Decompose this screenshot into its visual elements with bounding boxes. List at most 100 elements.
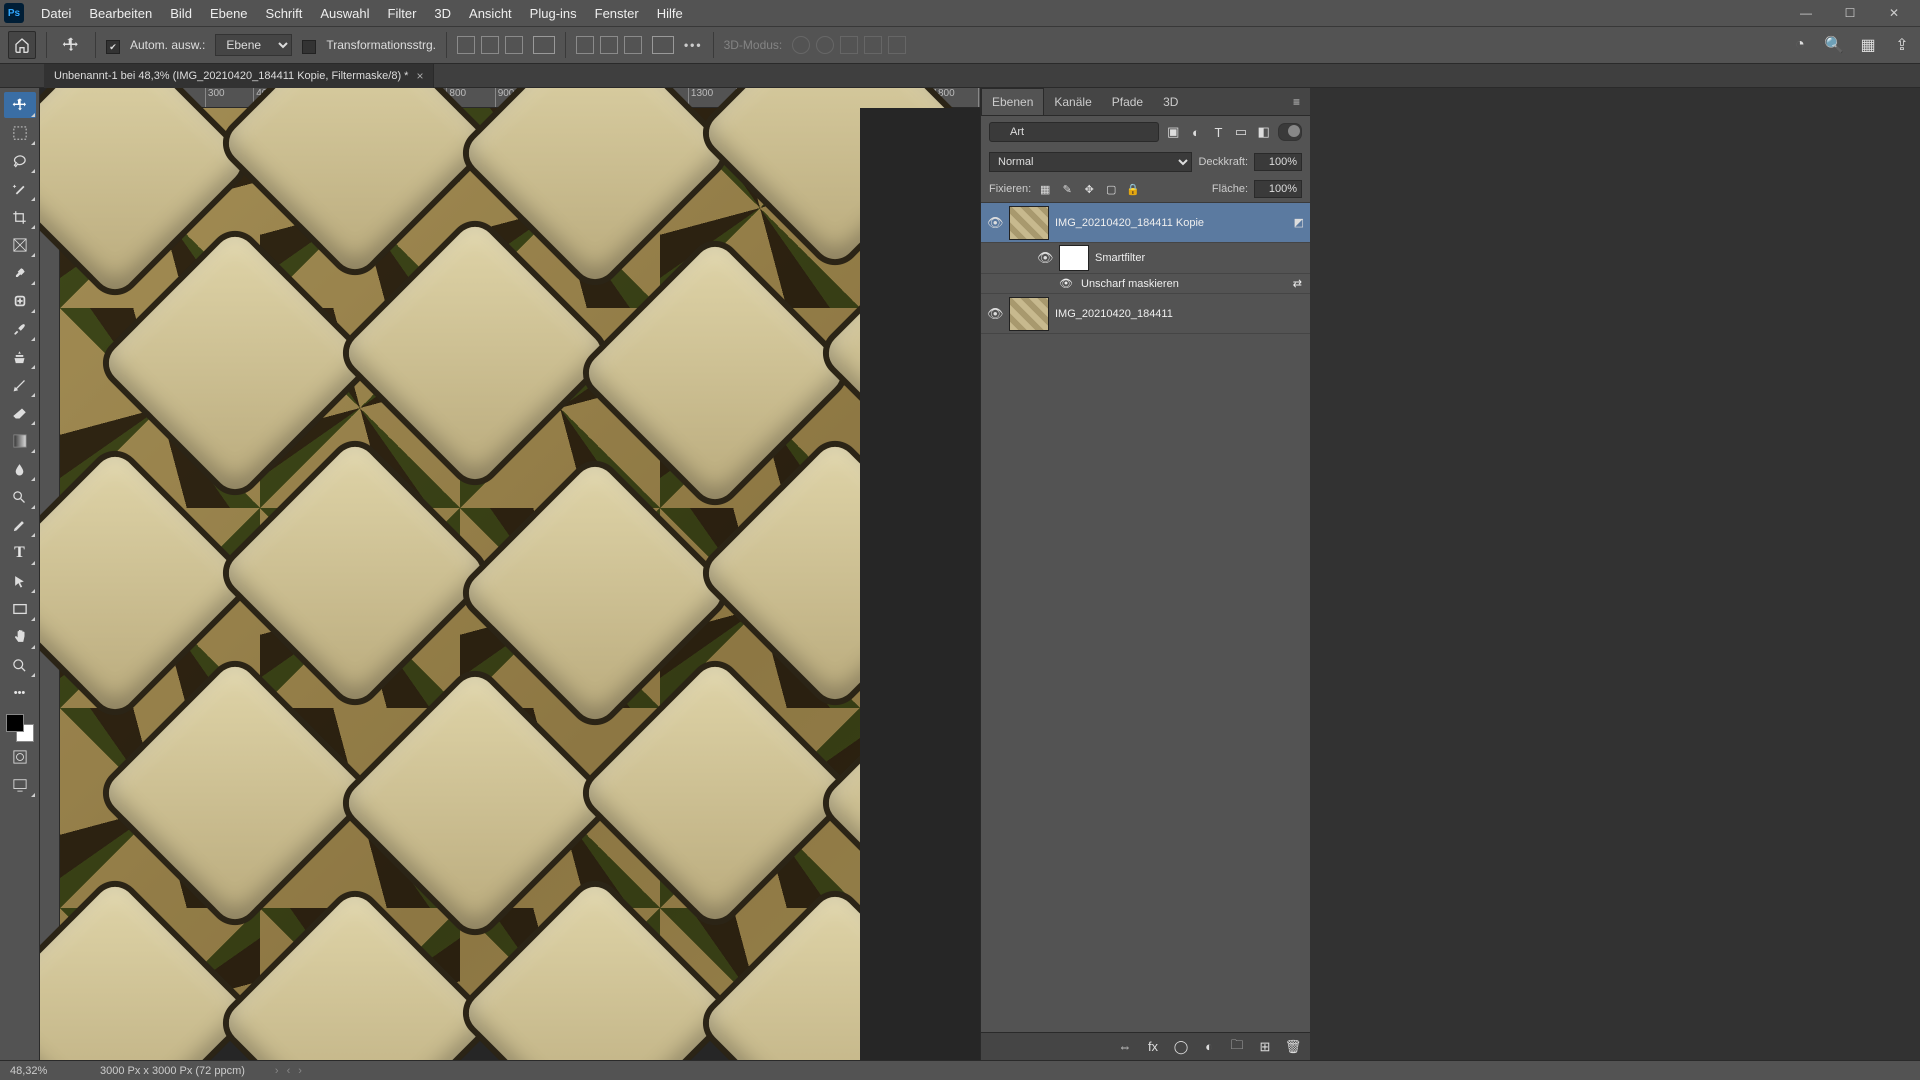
eyedropper-tool[interactable] bbox=[4, 260, 36, 286]
tab-3d[interactable]: 3D bbox=[1153, 89, 1188, 115]
status-next-icon[interactable]: › bbox=[298, 1065, 302, 1077]
fill-input[interactable] bbox=[1254, 180, 1302, 198]
align-center-v-icon[interactable] bbox=[600, 36, 618, 54]
blend-mode-select[interactable]: Normal bbox=[989, 152, 1192, 172]
opacity-input[interactable] bbox=[1254, 153, 1302, 171]
lock-artboard-icon[interactable]: ▢ bbox=[1103, 181, 1119, 197]
layer-name[interactable]: IMG_20210420_184411 Kopie bbox=[1055, 217, 1288, 229]
edit-toolbar-icon[interactable]: ••• bbox=[4, 680, 36, 706]
menu-fenster[interactable]: Fenster bbox=[586, 6, 648, 21]
transform-controls-checkbox[interactable] bbox=[302, 40, 316, 54]
eraser-tool[interactable] bbox=[4, 400, 36, 426]
layer-name[interactable]: IMG_20210420_184411 bbox=[1055, 308, 1304, 320]
screen-mode-toggle[interactable] bbox=[4, 772, 36, 798]
layer-row[interactable]: 👁 IMG_20210420_184411 Kopie ◩ bbox=[981, 203, 1310, 243]
delete-layer-icon[interactable]: 🗑 bbox=[1284, 1038, 1302, 1056]
lasso-tool[interactable] bbox=[4, 148, 36, 174]
document-tab-close-icon[interactable]: × bbox=[416, 69, 423, 83]
path-selection-tool[interactable] bbox=[4, 568, 36, 594]
document-dimensions[interactable]: 3000 Px x 3000 Px (72 ppcm) bbox=[100, 1065, 245, 1077]
new-layer-icon[interactable]: ⊞ bbox=[1256, 1038, 1274, 1056]
layer-thumbnail[interactable] bbox=[1009, 297, 1049, 331]
layer-name[interactable]: Smartfilter bbox=[1095, 252, 1304, 264]
tab-kanaele[interactable]: Kanäle bbox=[1044, 89, 1101, 115]
align-right-icon[interactable] bbox=[505, 36, 523, 54]
lock-all-icon[interactable]: 🔒 bbox=[1125, 181, 1141, 197]
lock-transparent-icon[interactable]: ▦ bbox=[1037, 181, 1053, 197]
gradient-tool[interactable] bbox=[4, 428, 36, 454]
auto-select-checkbox[interactable] bbox=[106, 40, 120, 54]
status-caret-icon[interactable]: › bbox=[275, 1065, 279, 1077]
document-tab[interactable]: Unbenannt-1 bei 48,3% (IMG_20210420_1844… bbox=[44, 64, 434, 88]
menu-ansicht[interactable]: Ansicht bbox=[460, 6, 521, 21]
document-image[interactable] bbox=[60, 108, 980, 1038]
link-layers-icon[interactable]: ⇔ bbox=[1116, 1038, 1134, 1056]
quick-mask-toggle[interactable] bbox=[4, 744, 36, 770]
layer-filter-input[interactable] bbox=[989, 122, 1159, 142]
hand-tool[interactable] bbox=[4, 624, 36, 650]
filter-shape-icon[interactable]: ▭ bbox=[1233, 123, 1250, 141]
window-maximize-button[interactable]: ☐ bbox=[1828, 0, 1872, 26]
auto-select-target-select[interactable]: Ebene bbox=[215, 34, 292, 56]
menu-3d[interactable]: 3D bbox=[425, 6, 460, 21]
move-tool[interactable] bbox=[4, 92, 36, 118]
menu-plugins[interactable]: Plug-ins bbox=[521, 6, 586, 21]
dodge-tool[interactable] bbox=[4, 484, 36, 510]
visibility-toggle-icon[interactable]: 👁 bbox=[987, 215, 1003, 231]
panel-menu-icon[interactable]: ≡ bbox=[1283, 89, 1310, 115]
blur-tool[interactable] bbox=[4, 456, 36, 482]
window-close-button[interactable]: ✕ bbox=[1872, 0, 1916, 26]
filter-adjust-icon[interactable]: ◐ bbox=[1188, 123, 1205, 141]
healing-brush-tool[interactable] bbox=[4, 288, 36, 314]
crop-tool[interactable] bbox=[4, 204, 36, 230]
workspace-switcher-icon[interactable]: ▦ bbox=[1858, 35, 1878, 55]
align-center-h-icon[interactable] bbox=[481, 36, 499, 54]
visibility-toggle-icon[interactable]: 👁 bbox=[1037, 250, 1053, 266]
align-bottom-icon[interactable] bbox=[624, 36, 642, 54]
menu-hilfe[interactable]: Hilfe bbox=[648, 6, 692, 21]
magic-wand-tool[interactable] bbox=[4, 176, 36, 202]
color-swatches[interactable] bbox=[6, 714, 34, 742]
move-tool-icon[interactable] bbox=[57, 31, 85, 59]
layer-row[interactable]: 👁 IMG_20210420_184411 bbox=[981, 294, 1310, 334]
distribute-v-icon[interactable] bbox=[652, 36, 674, 54]
filter-image-icon[interactable]: ▣ bbox=[1165, 123, 1182, 141]
brush-tool[interactable] bbox=[4, 316, 36, 342]
filter-blending-icon[interactable]: ⇄ bbox=[1293, 277, 1302, 290]
type-tool[interactable]: T bbox=[4, 540, 36, 566]
tab-ebenen[interactable]: Ebenen bbox=[981, 88, 1044, 115]
layer-style-icon[interactable]: fx bbox=[1144, 1038, 1162, 1056]
lock-pixels-icon[interactable]: ✎ bbox=[1059, 181, 1075, 197]
distribute-h-icon[interactable] bbox=[533, 36, 555, 54]
align-top-icon[interactable] bbox=[576, 36, 594, 54]
history-brush-tool[interactable] bbox=[4, 372, 36, 398]
rectangle-tool[interactable] bbox=[4, 596, 36, 622]
layer-mask-icon[interactable]: ◯ bbox=[1172, 1038, 1190, 1056]
filter-mask-thumbnail[interactable] bbox=[1059, 245, 1089, 271]
more-align-options-icon[interactable]: ••• bbox=[684, 38, 703, 52]
menu-ebene[interactable]: Ebene bbox=[201, 6, 257, 21]
lock-position-icon[interactable]: ✥ bbox=[1081, 181, 1097, 197]
search-icon[interactable]: 🔍 bbox=[1824, 35, 1844, 55]
menu-datei[interactable]: Datei bbox=[32, 6, 80, 21]
window-minimize-button[interactable]: — bbox=[1784, 0, 1828, 26]
menu-filter[interactable]: Filter bbox=[379, 6, 426, 21]
filter-smart-icon[interactable]: ◧ bbox=[1255, 123, 1272, 141]
share-icon[interactable]: ⇪ bbox=[1892, 35, 1912, 55]
marquee-tool[interactable] bbox=[4, 120, 36, 146]
canvas[interactable] bbox=[60, 108, 980, 1060]
cloud-docs-icon[interactable]: ◔ bbox=[1790, 35, 1810, 55]
align-left-icon[interactable] bbox=[457, 36, 475, 54]
layer-row[interactable]: 👁 Smartfilter bbox=[981, 243, 1310, 274]
group-layers-icon[interactable]: 🗀 bbox=[1228, 1038, 1246, 1056]
visibility-toggle-icon[interactable]: 👁 bbox=[1059, 277, 1075, 290]
tab-pfade[interactable]: Pfade bbox=[1102, 89, 1153, 115]
filter-type-icon[interactable]: T bbox=[1210, 123, 1227, 141]
menu-auswahl[interactable]: Auswahl bbox=[311, 6, 378, 21]
smart-filter-entry[interactable]: 👁 Unscharf maskieren ⇄ bbox=[981, 274, 1310, 294]
adjustment-layer-icon[interactable]: ◐ bbox=[1200, 1038, 1218, 1056]
filter-toggle-icon[interactable] bbox=[1278, 123, 1302, 141]
foreground-color-swatch[interactable] bbox=[6, 714, 24, 732]
home-button[interactable] bbox=[8, 31, 36, 59]
zoom-level[interactable]: 48,32% bbox=[10, 1065, 80, 1077]
